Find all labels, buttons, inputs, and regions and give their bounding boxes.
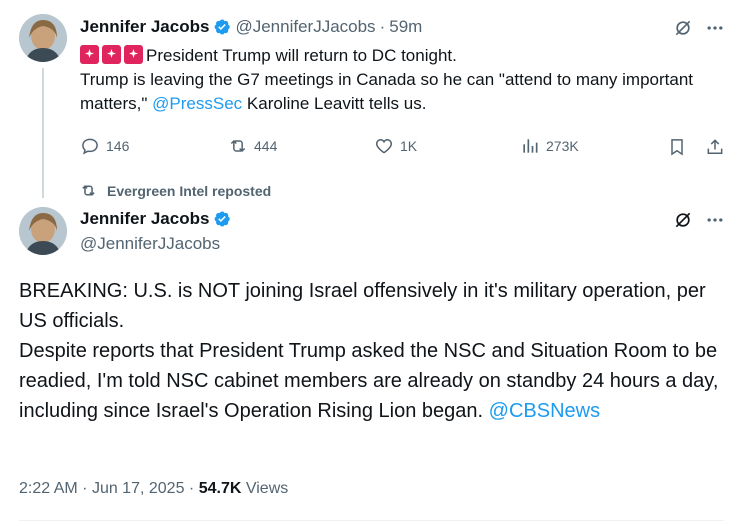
repost-banner-text[interactable]: Evergreen Intel reposted bbox=[107, 183, 271, 199]
share-button[interactable] bbox=[704, 136, 726, 158]
analytics-icon bbox=[523, 139, 538, 153]
repost-button[interactable]: 444 bbox=[228, 136, 277, 156]
mention-link[interactable]: @CBSNews bbox=[489, 400, 600, 422]
main-tweet-para-1: BREAKING: U.S. is NOT joining Israel off… bbox=[19, 280, 706, 332]
repost-icon bbox=[230, 139, 246, 153]
repost-banner: Evergreen Intel reposted bbox=[80, 182, 271, 199]
heart-icon bbox=[375, 138, 393, 154]
separator: · bbox=[82, 480, 88, 497]
views-count: 273K bbox=[546, 138, 579, 154]
views-count[interactable]: 54.7K bbox=[199, 480, 242, 497]
main-tweet-para-2: Despite reports that President Trump ask… bbox=[19, 340, 719, 422]
views-label: Views bbox=[245, 480, 289, 497]
more-options-icon[interactable] bbox=[704, 209, 726, 231]
like-count: 1K bbox=[400, 138, 418, 154]
author-name[interactable]: Jennifer Jacobs bbox=[80, 17, 209, 37]
bookmark-icon bbox=[671, 139, 683, 156]
repost-count: 444 bbox=[254, 138, 278, 154]
author-avatar[interactable] bbox=[19, 14, 67, 62]
tweet-line-1: President Trump will return to DC tonigh… bbox=[146, 46, 457, 65]
mention-link[interactable]: @PressSec bbox=[152, 94, 242, 113]
separator: · bbox=[379, 17, 386, 36]
verified-badge-icon bbox=[215, 19, 231, 35]
reply-button[interactable]: 146 bbox=[80, 136, 129, 156]
author-handle[interactable]: @JenniferJJacobs bbox=[235, 17, 375, 37]
share-icon bbox=[707, 139, 723, 154]
grok-icon[interactable] bbox=[672, 209, 694, 231]
tweet-line-2b: Karoline Leavitt tells us. bbox=[242, 94, 427, 113]
divider bbox=[19, 520, 724, 521]
tweet-time[interactable]: 2:22 AM bbox=[19, 480, 78, 497]
tweet-date[interactable]: Jun 17, 2025 bbox=[92, 480, 185, 497]
tweet-time[interactable]: 59m bbox=[389, 17, 422, 37]
reply-count: 146 bbox=[106, 138, 130, 154]
author-avatar[interactable] bbox=[19, 207, 67, 255]
like-button[interactable]: 1K bbox=[374, 136, 417, 156]
tweet-text: President Trump will return to DC tonigh… bbox=[80, 44, 720, 116]
views-button[interactable]: 273K bbox=[520, 136, 579, 156]
repost-icon bbox=[82, 185, 95, 196]
bookmark-button[interactable] bbox=[666, 136, 688, 158]
author-name[interactable]: Jennifer Jacobs bbox=[80, 209, 209, 229]
separator: · bbox=[188, 480, 195, 497]
more-options-icon[interactable] bbox=[704, 17, 726, 39]
reply-icon bbox=[82, 138, 98, 155]
verified-badge-icon bbox=[215, 211, 231, 227]
thread-line bbox=[42, 68, 44, 198]
siren-emoji-icon bbox=[102, 45, 121, 64]
author-handle[interactable]: @JenniferJJacobs bbox=[80, 234, 220, 254]
siren-emoji-icon bbox=[80, 45, 99, 64]
grok-icon[interactable] bbox=[672, 17, 694, 39]
siren-emoji-icon bbox=[124, 45, 143, 64]
tweet-metadata: 2:22 AM · Jun 17, 2025 · 54.7K Views bbox=[19, 480, 288, 498]
main-tweet-text: BREAKING: U.S. is NOT joining Israel off… bbox=[19, 276, 724, 426]
